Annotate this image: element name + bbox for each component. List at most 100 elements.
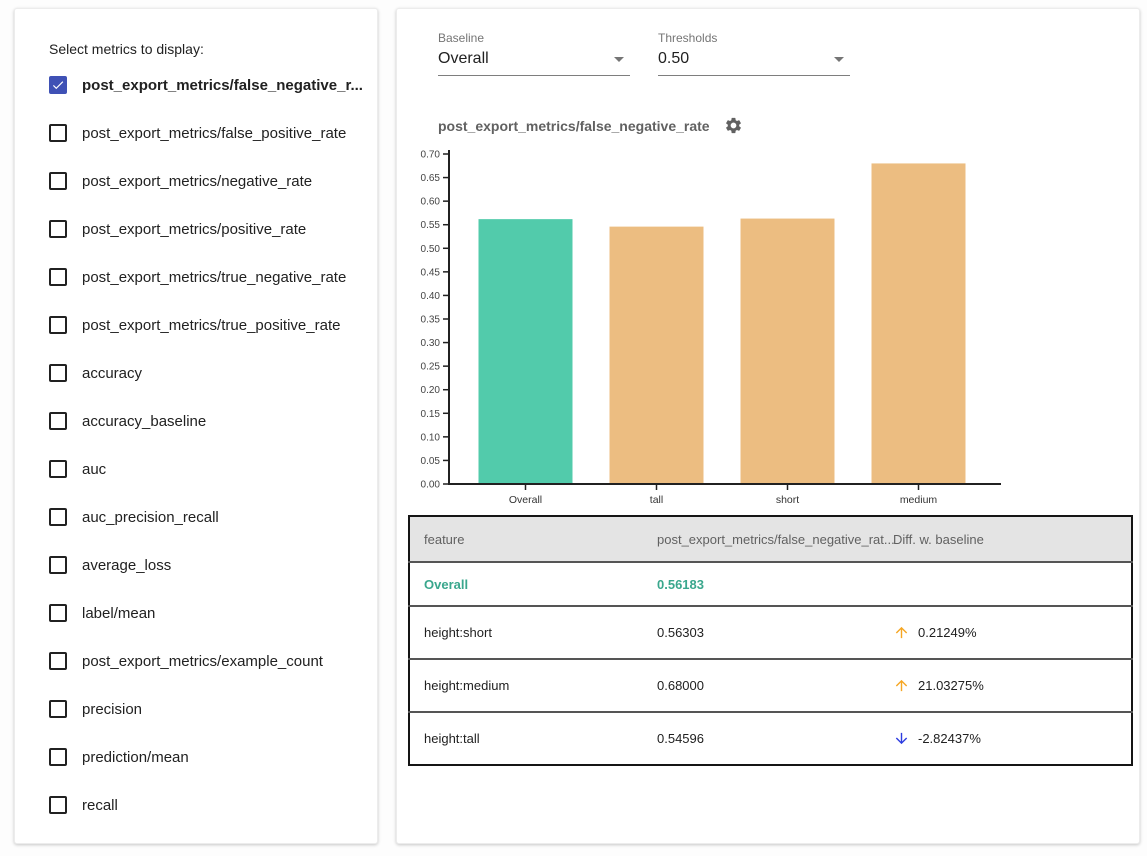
checkbox-icon[interactable]: [49, 124, 67, 142]
x-axis-tick-label: short: [776, 494, 799, 506]
diff-value: -2.82437%: [918, 731, 981, 746]
feature-cell: height:tall: [409, 712, 657, 765]
diff-value: 0.21249%: [918, 625, 977, 640]
metric-checkbox-row[interactable]: prediction/mean: [49, 733, 357, 781]
bar-short[interactable]: [741, 219, 835, 484]
x-axis-tick-label: tall: [650, 494, 663, 506]
column-header-diff: Diff. w. baseline: [893, 516, 1132, 562]
metric-checkbox-row[interactable]: post_export_metrics/true_positive_rate: [49, 301, 357, 349]
chart-title: post_export_metrics/false_negative_rate: [438, 118, 710, 134]
feature-cell: Overall: [409, 562, 657, 606]
metric-checkbox-row[interactable]: recall: [49, 781, 357, 829]
checkbox-icon[interactable]: [49, 508, 67, 526]
baseline-dropdown-value: Overall: [438, 50, 489, 68]
table-row[interactable]: height:short0.56303 0.21249%: [409, 606, 1132, 659]
chart-header: post_export_metrics/false_negative_rate: [438, 116, 1139, 135]
checkbox-icon[interactable]: [49, 700, 67, 718]
y-axis-tick-label: 0.30: [421, 338, 441, 349]
checkbox-icon[interactable]: [49, 604, 67, 622]
y-axis-tick-label: 0.40: [421, 291, 441, 302]
fairness-results-panel: Baseline Overall Thresholds 0.50 post_ex…: [396, 8, 1140, 844]
bar-medium[interactable]: [872, 163, 966, 484]
metric-label: prediction/mean: [82, 749, 189, 766]
gear-icon[interactable]: [724, 116, 743, 135]
checkbox-checked-icon[interactable]: [49, 76, 67, 94]
metric-label: accuracy: [82, 365, 142, 382]
metric-label: post_export_metrics/true_negative_rate: [82, 269, 346, 286]
baseline-dropdown[interactable]: Baseline Overall: [438, 31, 630, 76]
metric-value-cell: 0.54596: [657, 712, 893, 765]
metric-checkbox-row[interactable]: post_export_metrics/positive_rate: [49, 205, 357, 253]
y-axis-tick-label: 0.20: [421, 385, 441, 396]
y-axis-tick-label: 0.65: [421, 173, 441, 184]
checkbox-icon[interactable]: [49, 460, 67, 478]
y-axis-tick-label: 0.60: [421, 197, 441, 208]
diff-cell: 21.03275%: [893, 659, 1132, 712]
metric-selector-title: Select metrics to display:: [49, 41, 357, 57]
feature-cell: height:short: [409, 606, 657, 659]
checkbox-icon[interactable]: [49, 364, 67, 382]
table-row[interactable]: height:tall0.54596 -2.82437%: [409, 712, 1132, 765]
checkbox-icon[interactable]: [49, 796, 67, 814]
metric-checkbox-row[interactable]: average_loss: [49, 541, 357, 589]
down-arrow-icon: [893, 730, 910, 747]
x-axis-tick-label: Overall: [509, 494, 542, 506]
metric-checkbox-row[interactable]: post_export_metrics/false_positive_rate: [49, 109, 357, 157]
baseline-dropdown-value-row[interactable]: Overall: [438, 48, 630, 76]
thresholds-dropdown-label: Thresholds: [658, 31, 850, 45]
checkbox-icon[interactable]: [49, 316, 67, 334]
checkbox-icon[interactable]: [49, 652, 67, 670]
metric-label: post_export_metrics/negative_rate: [82, 173, 312, 190]
y-axis-tick-label: 0.70: [421, 150, 441, 161]
checkbox-icon[interactable]: [49, 172, 67, 190]
metric-checkbox-row[interactable]: post_export_metrics/false_negative_r...: [49, 61, 357, 109]
y-axis-tick-label: 0.00: [421, 480, 441, 491]
metric-checkbox-row[interactable]: precision: [49, 685, 357, 733]
metric-label: post_export_metrics/false_negative_r...: [82, 77, 363, 94]
metric-value-cell: 0.68000: [657, 659, 893, 712]
metric-checkbox-row[interactable]: auc_precision_recall: [49, 493, 357, 541]
y-axis-tick-label: 0.55: [421, 220, 441, 231]
metrics-table: feature post_export_metrics/false_negati…: [408, 515, 1133, 766]
thresholds-dropdown[interactable]: Thresholds 0.50: [658, 31, 850, 76]
chevron-down-icon: [834, 57, 844, 62]
metric-label: average_loss: [82, 557, 171, 574]
metric-label: post_export_metrics/positive_rate: [82, 221, 306, 238]
checkbox-icon[interactable]: [49, 412, 67, 430]
chevron-down-icon: [614, 57, 624, 62]
table-row[interactable]: Overall0.56183: [409, 562, 1132, 606]
table-row[interactable]: height:medium0.6800021.03275%: [409, 659, 1132, 712]
metric-checkbox-row[interactable]: label/mean: [49, 589, 357, 637]
y-axis-tick-label: 0.50: [421, 244, 441, 255]
checkbox-icon[interactable]: [49, 748, 67, 766]
metric-checkbox-row[interactable]: accuracy_baseline: [49, 397, 357, 445]
bar-chart[interactable]: 0.000.050.100.150.200.250.300.350.400.45…: [409, 149, 1029, 507]
table-header-row: feature post_export_metrics/false_negati…: [409, 516, 1132, 562]
y-axis-tick-label: 0.45: [421, 267, 441, 278]
up-arrow-icon: [893, 677, 910, 694]
metric-label: post_export_metrics/false_positive_rate: [82, 125, 346, 142]
bar-overall[interactable]: [479, 219, 573, 484]
metric-label: post_export_metrics/example_count: [82, 653, 323, 670]
bar-tall[interactable]: [610, 227, 704, 484]
metric-checkbox-row[interactable]: post_export_metrics/true_negative_rate: [49, 253, 357, 301]
thresholds-dropdown-value-row[interactable]: 0.50: [658, 48, 850, 76]
diff-cell: [893, 562, 1132, 606]
metric-value-cell: 0.56303: [657, 606, 893, 659]
metric-label: accuracy_baseline: [82, 413, 206, 430]
checkbox-icon[interactable]: [49, 268, 67, 286]
y-axis-tick-label: 0.05: [421, 456, 441, 467]
checkbox-icon[interactable]: [49, 220, 67, 238]
metric-selector-panel: Select metrics to display: post_export_m…: [14, 8, 378, 844]
metric-label: precision: [82, 701, 142, 718]
metric-checkbox-row[interactable]: post_export_metrics/example_count: [49, 637, 357, 685]
checkbox-icon[interactable]: [49, 556, 67, 574]
diff-value: 21.03275%: [918, 678, 984, 693]
thresholds-dropdown-value: 0.50: [658, 50, 689, 68]
metric-checkbox-row[interactable]: post_export_metrics/negative_rate: [49, 157, 357, 205]
metric-checkbox-row[interactable]: accuracy: [49, 349, 357, 397]
baseline-dropdown-label: Baseline: [438, 31, 630, 45]
metric-label: auc: [82, 461, 106, 478]
metric-checkbox-row[interactable]: auc: [49, 445, 357, 493]
y-axis-tick-label: 0.15: [421, 409, 441, 420]
